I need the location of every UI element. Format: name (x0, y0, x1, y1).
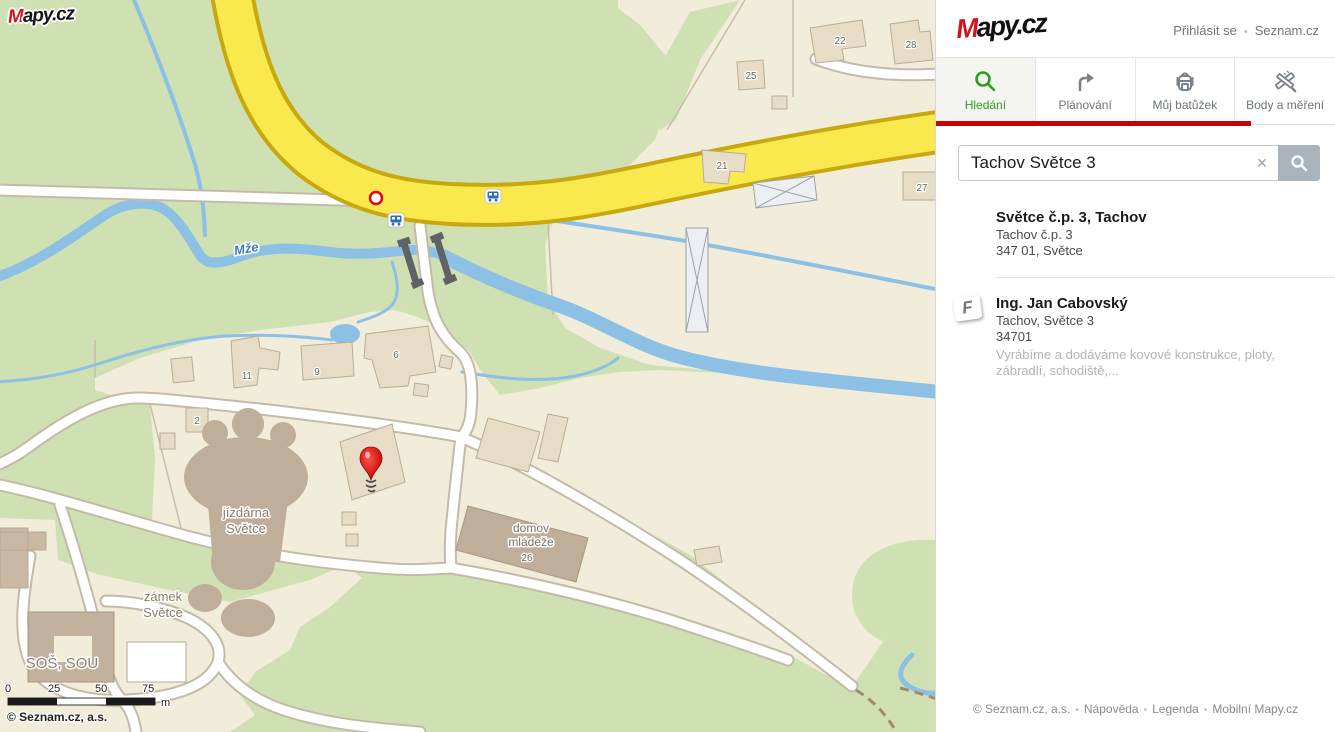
tab-label: Plánování (1058, 98, 1111, 112)
bus-stop-icon[interactable] (485, 189, 501, 203)
svg-text:9: 9 (314, 367, 320, 378)
svg-text:21: 21 (716, 161, 728, 172)
result-address[interactable]: Světce č.p. 3, Tachov Tachov č.p. 3 347 … (936, 200, 1335, 269)
header-links: Přihlásit se • Seznam.cz (1173, 23, 1319, 38)
legend-link[interactable]: Legenda (1152, 702, 1199, 716)
separator-dot: • (1244, 26, 1248, 38)
result-line: Tachov, Světce 3 (996, 313, 1315, 329)
tab-body-a-mereni[interactable]: Body a měření (1235, 58, 1335, 121)
svg-text:25: 25 (48, 683, 60, 695)
svg-text:22: 22 (834, 36, 846, 47)
seznam-link[interactable]: Seznam.cz (1255, 23, 1319, 38)
svg-text:Světce: Světce (143, 605, 183, 620)
mapy-logo[interactable]: Mapy.cz (955, 8, 1047, 45)
tab-muj-batuzek[interactable]: Můj batůžek (1136, 58, 1236, 121)
mapy-cz-app: 2 6 9 11 21 22 25 26 27 28 Mže jízdárna … (0, 0, 1335, 732)
separator-dot: • (1204, 705, 1208, 716)
backpack-icon (1172, 67, 1198, 95)
result-line: 34701 (996, 329, 1315, 345)
svg-text:27: 27 (916, 183, 928, 194)
route-icon (1072, 67, 1098, 95)
separator-dot: • (1075, 705, 1079, 716)
map-copyright: © Seznam.cz, a.s. (7, 710, 107, 724)
result-description: Vyrábíme a dodáváme kovové konstrukce, p… (996, 347, 1326, 379)
search-button[interactable] (1278, 145, 1320, 181)
mobile-link[interactable]: Mobilní Mapy.cz (1212, 702, 1298, 716)
sidebar: Mapy.cz Přihlásit se • Seznam.cz Hledání (935, 0, 1335, 732)
search-results: Světce č.p. 3, Tachov Tachov č.p. 3 347 … (936, 200, 1335, 389)
svg-text:6: 6 (393, 350, 399, 361)
result-line: 347 01, Světce (996, 243, 1315, 259)
footer-copyright: © Seznam.cz, a.s. (973, 702, 1071, 716)
svg-text:domov: domov (513, 521, 549, 535)
svg-text:Světce: Světce (226, 521, 266, 536)
sidebar-header: Mapy.cz Přihlásit se • Seznam.cz (936, 0, 1335, 58)
stop-ring-marker[interactable] (370, 192, 382, 204)
search-button-icon (1289, 153, 1309, 173)
help-link[interactable]: Nápověda (1084, 702, 1139, 716)
search-icon (972, 67, 998, 95)
separator-dot: • (1144, 705, 1148, 716)
tab-label: Body a měření (1246, 98, 1324, 112)
tab-planovani[interactable]: Plánování (1036, 58, 1136, 121)
tab-label: Můj batůžek (1153, 98, 1218, 112)
svg-text:mládeže: mládeže (508, 535, 554, 549)
svg-text:26: 26 (521, 553, 533, 564)
svg-text:75: 75 (142, 683, 154, 695)
result-title: Ing. Jan Cabovský (996, 294, 1315, 313)
sidebar-footer: © Seznam.cz, a.s. • Nápověda • Legenda • Mobil… (936, 702, 1335, 716)
svg-text:11: 11 (242, 371, 253, 382)
map-canvas[interactable]: 2 6 9 11 21 22 25 26 27 28 Mže jízdárna … (0, 0, 935, 732)
result-title: Světce č.p. 3, Tachov (996, 208, 1315, 227)
result-line: Tachov č.p. 3 (996, 227, 1315, 243)
tab-bar-divider (1251, 124, 1335, 125)
search-input[interactable] (958, 145, 1278, 181)
firmy-icon: F (952, 294, 982, 322)
svg-text:28: 28 (905, 40, 917, 51)
search-area: × (958, 145, 1320, 181)
result-company[interactable]: F Ing. Jan Cabovský Tachov, Světce 3 347… (936, 286, 1335, 389)
tab-hledani[interactable]: Hledání (936, 58, 1036, 121)
tab-bar: Hledání Plánování (936, 58, 1335, 121)
clear-search-icon[interactable]: × (1251, 152, 1273, 174)
white-building (127, 642, 186, 682)
tab-label: Hledání (965, 98, 1006, 112)
map-watermark-logo[interactable]: Mapy.cz (7, 3, 74, 28)
measure-tools-icon (1272, 67, 1298, 95)
svg-text:2: 2 (194, 416, 200, 427)
svg-text:jízdárna: jízdárna (222, 505, 270, 520)
active-tab-underline (936, 121, 1251, 126)
school-label: SOŠ, SOU (26, 655, 99, 672)
result-divider (996, 277, 1335, 278)
svg-text:m: m (161, 697, 170, 709)
login-link[interactable]: Přihlásit se (1173, 23, 1237, 38)
svg-text:50: 50 (95, 683, 107, 695)
svg-text:25: 25 (745, 71, 757, 82)
svg-text:0: 0 (5, 683, 11, 695)
bus-stop-icon[interactable] (388, 213, 404, 227)
svg-text:zámek: zámek (144, 589, 183, 604)
